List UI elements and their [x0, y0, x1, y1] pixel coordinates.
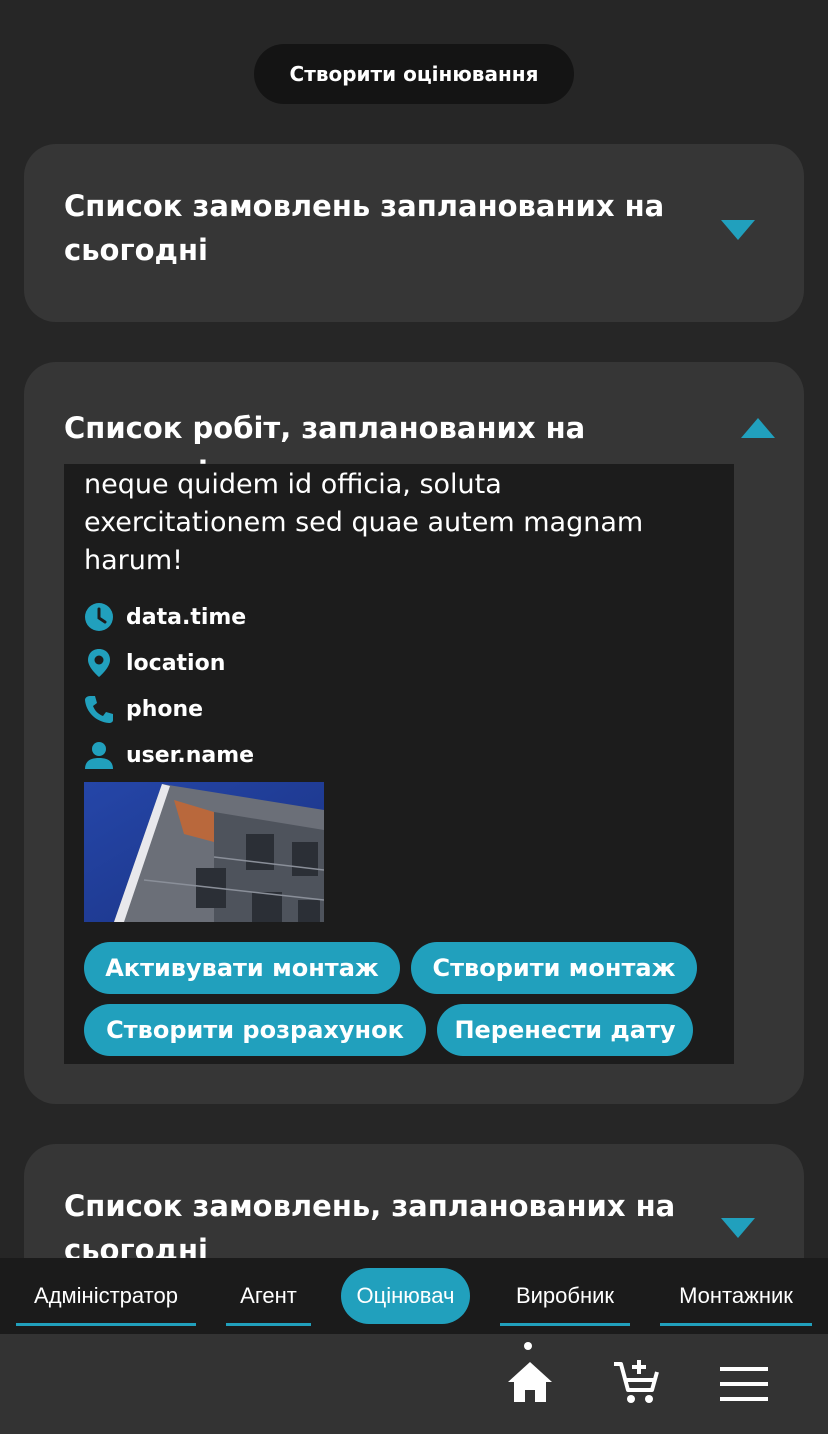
menu-icon[interactable] — [720, 1366, 768, 1402]
user-row: user.name — [84, 738, 254, 772]
expand-arrow-icon[interactable] — [721, 220, 755, 240]
activate-installation-button[interactable]: Активувати монтаж — [84, 942, 400, 994]
job-description: adipisicing elit. Molestiae inventore si… — [84, 469, 644, 576]
active-indicator-dot — [524, 1342, 532, 1350]
role-switcher: Адміністратор Агент Оцінювач Виробник Мо… — [0, 1258, 828, 1334]
create-assessment-button[interactable]: Створити оцінювання — [254, 44, 574, 104]
location-value: location — [126, 650, 226, 676]
jobs-today-card: Список робіт, запланованих на сьогодні a… — [24, 362, 804, 1104]
create-installation-button[interactable]: Створити монтаж — [411, 942, 697, 994]
role-tab-manufacturer[interactable]: Виробник — [500, 1268, 630, 1326]
orders-today-card[interactable]: Список замовлень запланованих на сьогодн… — [24, 144, 804, 322]
location-pin-icon — [88, 649, 110, 677]
reschedule-button[interactable]: Перенести дату — [437, 1004, 693, 1056]
user-icon — [85, 742, 113, 769]
phone-value: phone — [126, 696, 204, 722]
job-details-panel: adipisicing elit. Molestiae inventore si… — [64, 464, 734, 1064]
datetime-value: data.time — [126, 604, 247, 630]
phone-icon — [85, 696, 113, 723]
role-tab-administrator[interactable]: Адміністратор — [16, 1268, 196, 1326]
role-tab-agent[interactable]: Агент — [226, 1268, 311, 1326]
add-to-cart-icon[interactable] — [612, 1358, 660, 1406]
role-tab-assessor[interactable]: Оцінювач — [341, 1268, 470, 1324]
location-row: location — [84, 646, 225, 680]
home-icon[interactable] — [506, 1360, 554, 1404]
user-value: user.name — [126, 742, 255, 768]
role-tab-installer[interactable]: Монтажник — [660, 1268, 812, 1326]
expand-arrow-icon[interactable] — [721, 1218, 755, 1238]
create-calculation-button[interactable]: Створити розрахунок — [84, 1004, 426, 1056]
card-title: Список замовлень запланованих на сьогодн… — [64, 189, 665, 267]
clock-icon — [85, 603, 113, 631]
phone-row: phone — [84, 692, 203, 726]
building-photo — [84, 782, 324, 922]
bottom-navigation — [0, 1334, 828, 1434]
collapse-arrow-icon[interactable] — [741, 418, 775, 438]
datetime-row: data.time — [84, 600, 246, 634]
